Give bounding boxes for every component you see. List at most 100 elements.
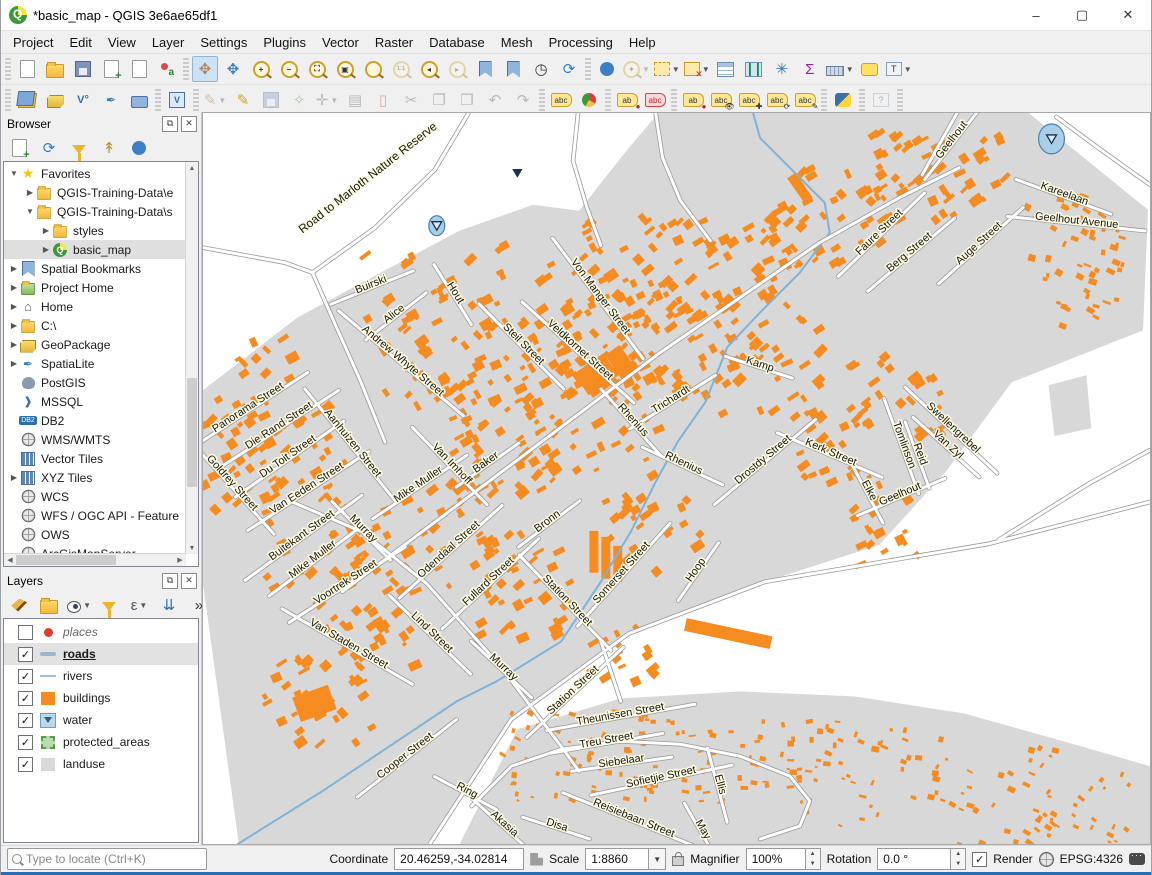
text-annotation-button[interactable]: T▼ xyxy=(885,56,913,82)
browser-item-wcs[interactable]: WCS xyxy=(4,487,186,506)
new-spatialite-layer-button[interactable]: ✒ xyxy=(98,87,124,113)
show-spatial-bookmarks-button[interactable] xyxy=(500,56,526,82)
zoom-native-button[interactable]: 1:1 xyxy=(388,56,414,82)
browser-item-db2[interactable]: DB2DB2 xyxy=(4,411,186,430)
layer-row-landuse[interactable]: ✓landuse xyxy=(4,753,198,775)
toggle-editing-button[interactable]: ✎ xyxy=(230,87,256,113)
pan-to-selection-button[interactable]: ✥ xyxy=(220,56,246,82)
layer-checkbox-landuse[interactable]: ✓ xyxy=(18,757,33,772)
browser-item-mssql[interactable]: ❱MSSQL xyxy=(4,392,186,411)
browser-close-button[interactable]: ✕ xyxy=(181,116,197,132)
expander-icon[interactable]: ▶ xyxy=(8,321,20,330)
collapse-all-button[interactable]: ↟ xyxy=(96,135,122,161)
browser-item-spatialite[interactable]: ▶✒SpatiaLite xyxy=(4,354,186,373)
browser-item-xyz-tiles[interactable]: ▶XYZ Tiles xyxy=(4,468,186,487)
filter-by-expression-dropdown-icon[interactable]: ▼ xyxy=(139,601,147,610)
deselect-features-dropdown-icon[interactable]: ▼ xyxy=(702,65,710,74)
magnifier-input[interactable]: 100% xyxy=(746,848,806,870)
add-selected-layers-button[interactable] xyxy=(6,135,32,161)
scale-input[interactable]: 1:8860 xyxy=(585,848,649,870)
browser-item-basic-map[interactable]: ▶Qbasic_map xyxy=(4,240,186,259)
run-feature-action-dropdown-icon[interactable]: ▼ xyxy=(642,65,650,74)
browser-vscrollbar[interactable]: ▲▼ xyxy=(185,162,198,554)
open-layer-styling-button[interactable] xyxy=(6,592,32,618)
change-label-button[interactable]: abc✎ xyxy=(792,87,818,113)
paste-features-button[interactable]: ❒ xyxy=(454,87,480,113)
measure-button[interactable]: ▼ xyxy=(825,56,855,82)
minimize-button[interactable]: – xyxy=(1013,0,1059,30)
select-features-button[interactable]: ▼ xyxy=(653,56,681,82)
pan-map-button[interactable]: ✥ xyxy=(192,56,218,82)
close-button[interactable]: ✕ xyxy=(1105,0,1151,30)
locator-input[interactable]: Type to locate (Ctrl+K) xyxy=(7,848,207,870)
vertex-tool-button[interactable]: ✛▼ xyxy=(314,87,340,113)
run-feature-action-button[interactable]: ✦▼ xyxy=(622,56,651,82)
add-feature-button[interactable]: ✧ xyxy=(286,87,312,113)
layers-close-button[interactable]: ✕ xyxy=(181,573,197,589)
layers-float-button[interactable]: ⧉ xyxy=(162,573,178,589)
show-unplaced-labels-button[interactable]: abc👁 xyxy=(708,87,734,113)
copy-features-button[interactable]: ❐ xyxy=(426,87,452,113)
browser-item-spatial-bookmarks[interactable]: ▶Spatial Bookmarks xyxy=(4,259,186,278)
open-project-button[interactable] xyxy=(42,56,68,82)
layer-checkbox-rivers[interactable]: ✓ xyxy=(18,669,33,684)
browser-item-geopackage[interactable]: ▶GeoPackage xyxy=(4,335,186,354)
layer-row-protected_areas[interactable]: ✓protected_areas xyxy=(4,731,198,753)
epsg-label[interactable]: EPSG:4326 xyxy=(1060,852,1123,866)
browser-float-button[interactable]: ⧉ xyxy=(162,116,178,132)
undo-button[interactable]: ↶ xyxy=(482,87,508,113)
expander-icon[interactable]: ▶ xyxy=(8,264,20,273)
add-group-button[interactable] xyxy=(36,592,62,618)
statistical-summary-button[interactable]: Σ xyxy=(797,56,823,82)
field-calculator-button[interactable] xyxy=(741,56,767,82)
rotation-spinner[interactable]: ▲▼ xyxy=(951,848,966,870)
rotate-label-button[interactable]: abc⟳ xyxy=(764,87,790,113)
layer-row-rivers[interactable]: ✓rivers xyxy=(4,665,198,687)
zoom-to-layer-button[interactable] xyxy=(360,56,386,82)
browser-item-home[interactable]: ▶⌂Home xyxy=(4,297,186,316)
browser-item-c-[interactable]: ▶C:\ xyxy=(4,316,186,335)
new-spatial-bookmark-button[interactable] xyxy=(472,56,498,82)
cut-features-button[interactable]: ✂ xyxy=(398,87,424,113)
zoom-next-button[interactable]: ▸ xyxy=(444,56,470,82)
magnifier-spinner[interactable]: ▲▼ xyxy=(806,848,821,870)
filter-browser-button[interactable] xyxy=(66,135,92,161)
rotation-input[interactable]: 0.0 ° xyxy=(877,848,951,870)
layer-checkbox-roads[interactable]: ✓ xyxy=(18,647,33,662)
new-shapefile-layer-button[interactable]: V° xyxy=(70,87,96,113)
browser-item-wms-wmts[interactable]: WMS/WMTS xyxy=(4,430,186,449)
menu-view[interactable]: View xyxy=(100,33,144,52)
coordinate-input[interactable]: 20.46259,-34.02814 xyxy=(394,848,524,870)
expand-collapse-all-button[interactable]: ⇊ xyxy=(156,592,182,618)
new-project-button[interactable] xyxy=(14,56,40,82)
layer-checkbox-places[interactable] xyxy=(18,625,33,640)
layer-checkbox-buildings[interactable]: ✓ xyxy=(18,691,33,706)
browser-item-qgis-training-data-e[interactable]: ▶QGIS-Training-Data\e xyxy=(4,183,186,202)
move-label-button[interactable]: abc✚ xyxy=(736,87,762,113)
processing-toolbox-button[interactable]: ✳ xyxy=(769,56,795,82)
data-source-manager-button[interactable] xyxy=(14,87,40,113)
menu-layer[interactable]: Layer xyxy=(144,33,193,52)
menu-edit[interactable]: Edit xyxy=(61,33,99,52)
layer-row-roads[interactable]: ✓roads xyxy=(4,643,198,665)
browser-item-vector-tiles[interactable]: Vector Tiles xyxy=(4,449,186,468)
lock-scale-icon[interactable] xyxy=(672,856,684,866)
browser-item-wfs-ogc-api-feature[interactable]: WFS / OGC API - Feature xyxy=(4,506,186,525)
menu-project[interactable]: Project xyxy=(5,33,61,52)
new-print-layout-button[interactable] xyxy=(98,56,124,82)
manage-map-themes-dropdown-icon[interactable]: ▼ xyxy=(83,601,91,610)
menu-processing[interactable]: Processing xyxy=(541,33,621,52)
layer-checkbox-water[interactable]: ✓ xyxy=(18,713,33,728)
new-virtual-layer-button[interactable]: V xyxy=(164,87,190,113)
temporal-controller-button[interactable]: ◷ xyxy=(528,56,554,82)
expander-icon[interactable]: ▶ xyxy=(40,226,52,235)
new-memory-layer-button[interactable] xyxy=(126,87,152,113)
deselect-features-button[interactable]: ▼ xyxy=(683,56,711,82)
layer-checkbox-protected_areas[interactable]: ✓ xyxy=(18,735,33,750)
expander-icon[interactable]: ▶ xyxy=(8,340,20,349)
python-console-button[interactable] xyxy=(830,87,856,113)
expander-icon[interactable]: ▼ xyxy=(8,169,20,178)
extents-toggle-icon[interactable] xyxy=(530,853,543,866)
menu-vector[interactable]: Vector xyxy=(314,33,367,52)
maximize-button[interactable]: ▢ xyxy=(1059,0,1105,30)
